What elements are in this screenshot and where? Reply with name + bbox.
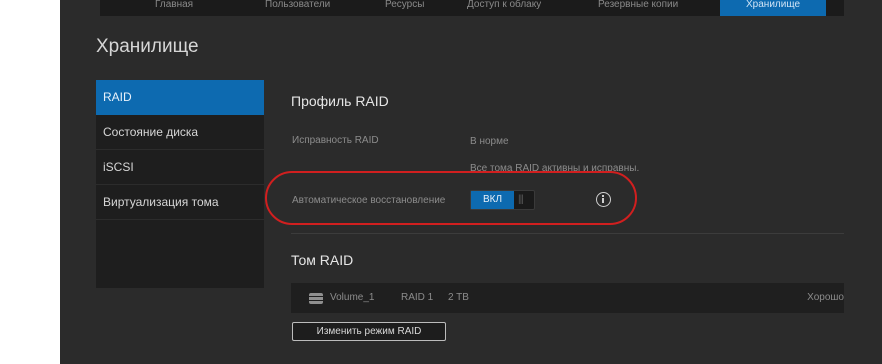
raid-volume-title: Том RAID [291,252,354,268]
tab-shares[interactable]: Ресурсы [385,0,424,16]
tab-home[interactable]: Главная [155,0,193,16]
sidebar-item-disk-status[interactable]: Состояние диска [96,115,264,150]
annotation-highlight [265,171,637,225]
section-divider [291,233,844,234]
hard-disk-icon [309,293,323,304]
tab-cloud-access[interactable]: Доступ к облаку [467,0,541,16]
sidebar-item-iscsi[interactable]: iSCSI [96,150,264,185]
tab-backups[interactable]: Резервные копии [598,0,678,16]
raid-health-value: В норме [470,136,509,147]
raid-profile-title: Профиль RAID [291,93,389,109]
table-row[interactable]: Volume_1 RAID 1 2 TB Хорошо [291,283,844,313]
change-raid-mode-button[interactable]: Изменить режим RAID [292,322,446,341]
sidebar-item-raid[interactable]: RAID [96,80,264,115]
volume-status: Хорошо [807,292,844,303]
page-title: Хранилище [96,36,199,57]
volume-size: 2 TB [448,292,469,303]
raid-health-label: Исправность RAID [292,135,379,146]
volume-name: Volume_1 [330,292,375,303]
top-navigation: Главная Пользователи Ресурсы Доступ к об… [100,0,844,16]
tab-users[interactable]: Пользователи [265,0,330,16]
sidebar-item-volume-virtualization[interactable]: Виртуализация тома [96,185,264,220]
sidebar: RAID Состояние диска iSCSI Виртуализация… [96,80,264,288]
tab-storage[interactable]: Хранилище [720,0,826,16]
app-window: Главная Пользователи Ресурсы Доступ к об… [60,0,882,364]
volume-raid-mode: RAID 1 [401,292,434,303]
